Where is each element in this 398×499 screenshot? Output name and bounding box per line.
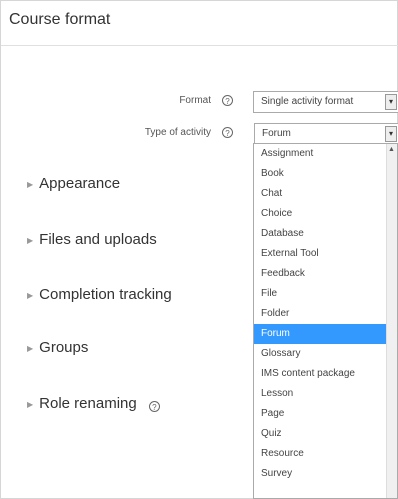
- completion-tracking-section-toggle[interactable]: ▶ Completion tracking: [27, 286, 172, 303]
- collapsible-label: Completion tracking: [39, 286, 172, 303]
- dropdown-option[interactable]: Database: [254, 224, 397, 244]
- activity-type-dropdown[interactable]: Assignment Book Chat Choice Database External…: [253, 143, 398, 499]
- dropdown-option[interactable]: Assignment: [254, 144, 397, 164]
- activity-type-select[interactable]: Forum ▾: [254, 123, 398, 145]
- scroll-up-icon[interactable]: ▲: [388, 146, 395, 153]
- dropdown-option[interactable]: Choice: [254, 204, 397, 224]
- dropdown-option[interactable]: Forum: [254, 324, 397, 344]
- appearance-section-toggle[interactable]: ▶ Appearance: [27, 175, 120, 192]
- chevron-down-icon[interactable]: ▾: [385, 126, 397, 142]
- chevron-right-icon: ▶: [27, 179, 34, 189]
- format-label: Format: [179, 95, 211, 106]
- chevron-right-icon: ▶: [27, 343, 34, 353]
- divider: [1, 45, 398, 46]
- dropdown-option[interactable]: External Tool: [254, 244, 397, 264]
- help-icon[interactable]: ?: [222, 95, 233, 106]
- collapsible-label: Groups: [39, 339, 89, 356]
- dropdown-option[interactable]: Folder: [254, 304, 397, 324]
- dropdown-option[interactable]: IMS content package: [254, 364, 397, 384]
- dropdown-option[interactable]: Book: [254, 164, 397, 184]
- chevron-right-icon: ▶: [27, 399, 34, 409]
- format-select-value: Single activity format: [261, 96, 354, 107]
- help-icon[interactable]: ?: [148, 401, 160, 412]
- chevron-right-icon: ▶: [27, 235, 34, 245]
- groups-section-toggle[interactable]: ▶ Groups: [27, 339, 88, 356]
- dropdown-option[interactable]: Survey: [254, 464, 397, 484]
- dropdown-scrollbar[interactable]: ▲: [386, 144, 397, 498]
- activity-type-select-value: Forum: [262, 128, 291, 139]
- collapsible-label: Role renaming: [39, 395, 137, 412]
- dropdown-option[interactable]: Quiz: [254, 424, 397, 444]
- dropdown-option[interactable]: File: [254, 284, 397, 304]
- chevron-down-icon[interactable]: ▾: [385, 94, 397, 110]
- format-select[interactable]: Single activity format ▾: [253, 91, 398, 113]
- chevron-right-icon: ▶: [27, 290, 34, 300]
- dropdown-option[interactable]: Resource: [254, 444, 397, 464]
- collapsible-label: Files and uploads: [39, 231, 157, 248]
- help-icon[interactable]: ?: [222, 127, 233, 138]
- dropdown-option[interactable]: Glossary: [254, 344, 397, 364]
- files-uploads-section-toggle[interactable]: ▶ Files and uploads: [27, 231, 157, 248]
- dropdown-option[interactable]: Page: [254, 404, 397, 424]
- dropdown-list: Assignment Book Chat Choice Database External…: [254, 144, 397, 484]
- section-title: Course format: [9, 11, 111, 28]
- dropdown-option[interactable]: Feedback: [254, 264, 397, 284]
- collapsible-label: Appearance: [39, 175, 121, 192]
- role-renaming-section-toggle[interactable]: ▶ Role renaming ?: [27, 395, 160, 412]
- dropdown-option[interactable]: Chat: [254, 184, 397, 204]
- activity-type-label: Type of activity: [144, 127, 211, 138]
- dropdown-option[interactable]: Lesson: [254, 384, 397, 404]
